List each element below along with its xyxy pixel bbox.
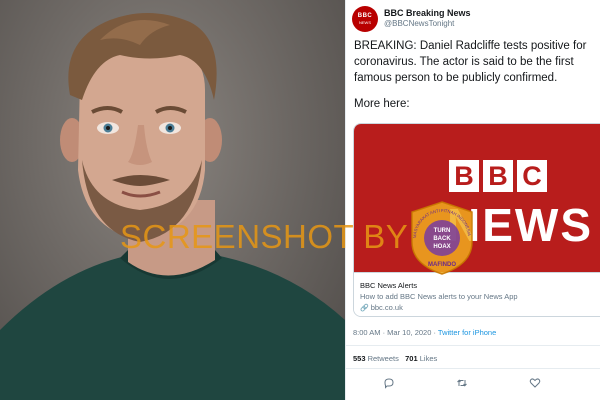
avatar-line-1: BBC xyxy=(357,13,373,19)
tweet-source[interactable]: Twitter for iPhone xyxy=(438,328,496,337)
seal-center-line: HOAX xyxy=(433,244,450,250)
more-here-text: More here: xyxy=(354,98,410,110)
bbc-avatar[interactable]: BBC NEWS xyxy=(352,6,378,32)
card-link-text: bbc.co.uk xyxy=(370,303,403,312)
portrait-illustration xyxy=(0,12,345,400)
actor-photo xyxy=(0,0,345,400)
bbc-logo-letter: B xyxy=(449,160,479,192)
card-link[interactable]: 🔗 bbc.co.uk xyxy=(360,303,403,312)
screenshot-frame: BBC NEWS BBC Breaking News @BBCNewsTonig… xyxy=(0,0,600,400)
divider xyxy=(346,368,600,369)
retweets-count[interactable]: 553 xyxy=(353,354,366,363)
seal-bottom-text: MAFINDO xyxy=(428,262,456,268)
tweet-stats: 553 Retweets 701 Likes xyxy=(353,354,437,363)
likes-label: Likes xyxy=(417,354,438,363)
bbc-logo: B B C xyxy=(449,160,547,192)
avatar-line-2: NEWS xyxy=(359,20,371,25)
retweet-icon[interactable] xyxy=(454,375,470,391)
screenshot-watermark: SCREENSHOT BY xyxy=(120,218,409,255)
bbc-logo-letter: B xyxy=(483,160,513,192)
tweet-actions xyxy=(346,375,600,393)
like-icon[interactable] xyxy=(527,375,543,391)
reply-icon[interactable] xyxy=(381,375,397,391)
link-icon: 🔗 xyxy=(360,304,369,312)
tweet-text: BREAKING: Daniel Radcliffe tests positiv… xyxy=(354,40,587,84)
card-info: BBC News Alerts How to add BBC News aler… xyxy=(354,272,600,316)
bbc-logo-letter: C xyxy=(517,160,547,192)
retweets-label: Retweets xyxy=(365,354,399,363)
card-description: How to add BBC News alerts to your News … xyxy=(360,292,518,301)
likes-count[interactable]: 701 xyxy=(405,354,418,363)
user-handle[interactable]: @BBCNewsTonight xyxy=(384,19,454,28)
divider xyxy=(346,345,600,346)
seal-center-line: TURN xyxy=(434,228,451,234)
card-title: BBC News Alerts xyxy=(360,281,418,290)
seal-center-line: BACK xyxy=(433,236,451,242)
tweet-meta: 8:00 AM · Mar 10, 2020 · Twitter for iPh… xyxy=(353,328,496,337)
mafindo-seal-logo: MASYARAKAT ANTI FITNAH INDONESIA TURN BA… xyxy=(411,201,473,275)
display-name[interactable]: BBC Breaking News xyxy=(384,8,471,18)
timestamp: 8:00 AM · Mar 10, 2020 · xyxy=(353,328,438,337)
